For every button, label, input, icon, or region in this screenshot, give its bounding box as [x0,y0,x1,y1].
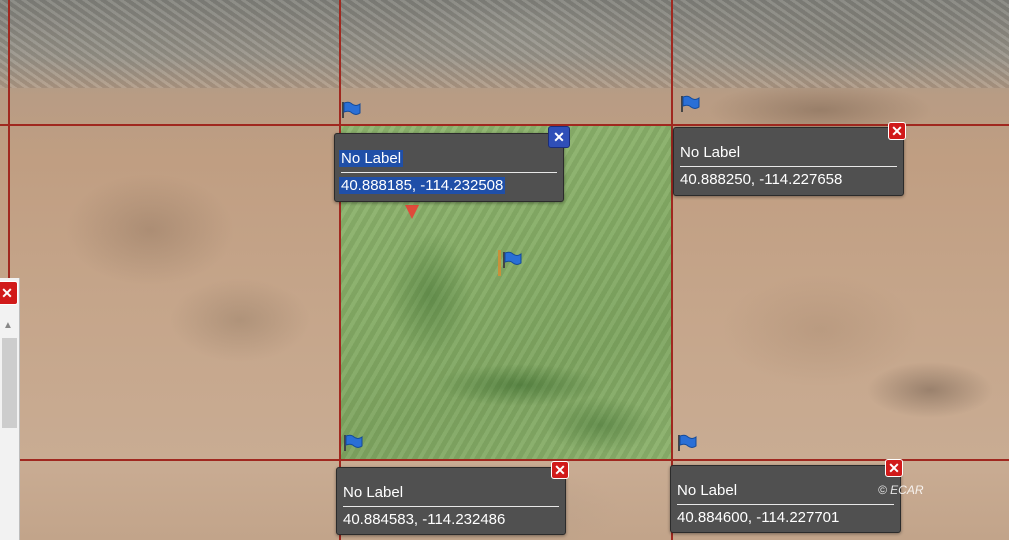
popup-divider [343,506,559,507]
coordinate-popup-top-center[interactable]: No Label 40.888185, -114.232508 [334,133,564,202]
popup-coordinates: 40.888250, -114.227658 [680,171,843,188]
flag-icon[interactable] [502,251,522,269]
map-terrain-band [0,0,1009,88]
popup-label: No Label [680,144,741,161]
close-icon[interactable]: ✕ [548,126,570,148]
scrollbar-thumb[interactable] [2,338,17,428]
satellite-map[interactable]: No Label 40.888185, -114.232508 ✕ No Lab… [0,0,1009,540]
popup-label: No Label [677,482,738,499]
popup-coordinates: 40.884583, -114.232486 [343,511,506,528]
parcel-boundary-line [671,0,673,540]
parcel-boundary-line [0,459,1009,461]
popup-label: No Label [339,150,404,167]
popup-label: No Label [343,484,404,501]
parcel-boundary-line [0,124,1009,126]
coordinate-popup-bottom-right[interactable]: No Label 40.884600, -114.227701 [670,465,901,533]
map-pin-icon[interactable] [405,205,419,219]
close-icon[interactable]: ✕ [551,461,569,479]
map-copyright: © ECAR [878,483,924,497]
scroll-up-icon[interactable]: ▲ [3,320,13,331]
close-icon[interactable]: ✕ [888,122,906,140]
flag-icon[interactable] [677,434,697,452]
popup-coordinates: 40.888185, -114.232508 [339,177,506,194]
marker-post [498,250,501,276]
coordinate-popup-bottom-center[interactable]: No Label 40.884583, -114.232486 [336,467,566,535]
side-panel[interactable]: ✕ ▲ [0,278,20,540]
parcel-boundary-line [339,0,341,540]
popup-divider [677,504,894,505]
popup-coordinates: 40.884600, -114.227701 [677,509,840,526]
popup-divider [341,172,557,173]
flag-icon[interactable] [680,95,700,113]
close-icon[interactable]: ✕ [885,459,903,477]
popup-divider [680,166,897,167]
close-icon[interactable]: ✕ [0,281,18,305]
flag-icon[interactable] [341,101,361,119]
coordinate-popup-top-right[interactable]: No Label 40.888250, -114.227658 [673,127,904,196]
flag-icon[interactable] [343,434,363,452]
